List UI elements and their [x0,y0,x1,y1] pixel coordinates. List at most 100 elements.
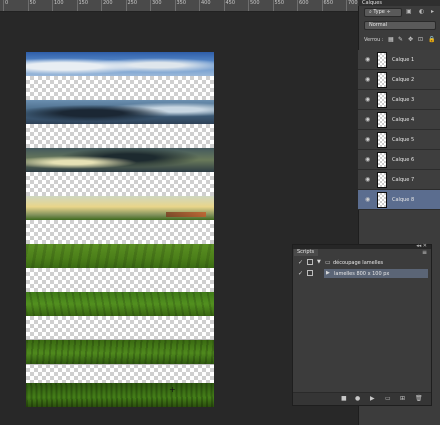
dialog-toggle-icon[interactable] [307,259,313,265]
ruler-tick-mark [3,0,4,11]
disclosure-closed-icon[interactable]: ▶ [326,270,330,276]
layer-row[interactable]: ◉ Calque 1 [358,50,440,70]
layer-thumbnail [377,72,387,88]
image-strip-sky-2 [26,100,214,124]
image-strip-sky-3 [26,148,214,172]
scripts-toolbar: ■ ● ▶ ▭ ⊞ 🗑 [293,392,431,405]
layer-name[interactable]: Calque 7 [392,177,414,183]
layer-filter-dropdown[interactable]: ⌕ Type ÷ [364,8,402,17]
ruler-tick-label: 200 [103,0,113,6]
lock-paint-icon[interactable]: ✎ [398,36,403,43]
ruler-tick-label: 150 [78,0,89,6]
blend-mode-dropdown[interactable]: Normal [364,21,436,30]
layer-row[interactable]: ◉ Calque 7 [358,170,440,190]
layer-thumbnail [377,52,387,68]
layer-list: ◉ Calque 1 ◉ Calque 2 ◉ Calque 3 ◉ Calqu… [358,50,440,210]
eye-icon[interactable]: ◉ [365,156,370,163]
filter-more-icon[interactable]: ▸ [431,8,434,15]
filter-image-icon[interactable]: ▣ [406,8,412,15]
script-set-row[interactable]: ✓ ▼ ▭ découpage lamelles [293,258,431,268]
ruler-tick-mark [199,0,200,11]
image-strip-field-3 [26,339,214,365]
ruler-tick-mark [223,0,225,11]
ruler-tick-label: 100 [54,0,64,6]
layer-row[interactable]: ◉ Calque 3 [358,90,440,110]
script-set-name[interactable]: découpage lamelles [333,260,383,266]
ruler-tick-mark [52,0,53,11]
dialog-toggle-icon[interactable] [307,270,313,276]
ruler-tick-label: 50 [29,0,36,6]
ruler-tick-mark [150,0,151,11]
ruler-tick-label: 350 [176,0,187,6]
ruler-tick-mark [272,0,274,11]
record-icon[interactable]: ● [355,395,360,402]
ruler-tick-label: 700 [348,0,358,6]
filter-adjust-icon[interactable]: ◐ [419,8,424,15]
layer-name[interactable]: Calque 6 [392,157,414,163]
image-strip-field-2 [26,292,214,316]
ruler-tick-mark [27,0,29,11]
layer-name[interactable]: Calque 4 [392,117,414,123]
ruler-tick-mark [346,0,347,11]
blend-mode-value: Normal [369,22,388,28]
folder-icon[interactable]: ▭ [385,395,391,402]
layer-row[interactable]: ◉ Calque 2 [358,70,440,90]
image-strip-horizon [26,196,214,220]
ruler-tick-label: 550 [274,0,285,6]
script-action-row[interactable]: ✓ ▶ lamelles 800 x 100 px [293,269,431,279]
image-strip-grass [26,383,214,407]
ruler-tick-mark [174,0,176,11]
layer-thumbnail [377,192,387,208]
lock-position-icon[interactable]: ✥ [408,36,413,43]
layer-thumbnail [377,172,387,188]
eye-icon[interactable]: ◉ [365,196,370,203]
lock-artboard-icon[interactable]: ⊡ [418,36,423,43]
layer-name[interactable]: Calque 8 [392,197,414,203]
layer-row[interactable]: ◉ Calque 5 [358,130,440,150]
layer-name[interactable]: Calque 2 [392,77,414,83]
ruler-tick-mark [248,0,249,11]
play-icon[interactable]: ▶ [370,395,375,402]
layer-thumbnail [377,152,387,168]
new-action-icon[interactable]: ⊞ [400,395,405,402]
layer-thumbnail [377,92,387,108]
ruler-tick-mark [297,0,298,11]
document-canvas[interactable]: + [26,52,214,407]
lock-label: Verrou : [364,37,384,43]
layers-tab[interactable]: Calques [358,0,440,6]
ruler-tick-label: 250 [127,0,138,6]
ruler-tick-mark [101,0,102,11]
trash-icon[interactable]: 🗑 [415,395,423,402]
ruler-tick-mark [125,0,127,11]
eye-icon[interactable]: ◉ [365,176,370,183]
scripts-tab[interactable]: Scripts [294,249,318,256]
checkmark-icon[interactable]: ✓ [298,259,303,266]
layer-name[interactable]: Calque 5 [392,137,414,143]
folder-icon: ▭ [325,259,331,266]
eye-icon[interactable]: ◉ [365,116,370,123]
script-action-name[interactable]: lamelles 800 x 100 px [334,271,389,277]
stop-icon[interactable]: ■ [341,395,347,402]
lock-all-icon[interactable]: 🔒 [428,36,435,43]
eye-icon[interactable]: ◉ [365,56,370,63]
layer-row[interactable]: ◉ Calque 6 [358,150,440,170]
panel-menu-icon[interactable]: ≡ [422,249,427,256]
layer-filter-value: Type [373,9,385,15]
ruler-tick-label: 600 [299,0,309,6]
ruler-tick-label: 0 [5,0,9,6]
layer-name[interactable]: Calque 1 [392,57,414,63]
lock-options: Verrou : ▦ ✎ ✥ ⊡ 🔒 [364,36,440,45]
ruler-tick-label: 450 [225,0,236,6]
eye-icon[interactable]: ◉ [365,96,370,103]
ruler-tick-mark [76,0,78,11]
layer-row-selected[interactable]: ◉ Calque 8 [358,190,440,210]
checkmark-icon[interactable]: ✓ [298,270,303,277]
eye-icon[interactable]: ◉ [365,76,370,83]
layer-name[interactable]: Calque 3 [392,97,414,103]
layer-row[interactable]: ◉ Calque 4 [358,110,440,130]
lock-transparency-icon[interactable]: ▦ [388,36,394,43]
disclosure-open-icon[interactable]: ▼ [317,259,321,265]
horizontal-ruler[interactable]: 0 50 100 150 200 250 300 350 400 450 500 550 600 650 7… [0,0,358,12]
eye-icon[interactable]: ◉ [365,136,370,143]
scripts-panel: ◂◂ ✕ Scripts ≡ ✓ ▼ ▭ découpage lamelles … [292,243,432,406]
